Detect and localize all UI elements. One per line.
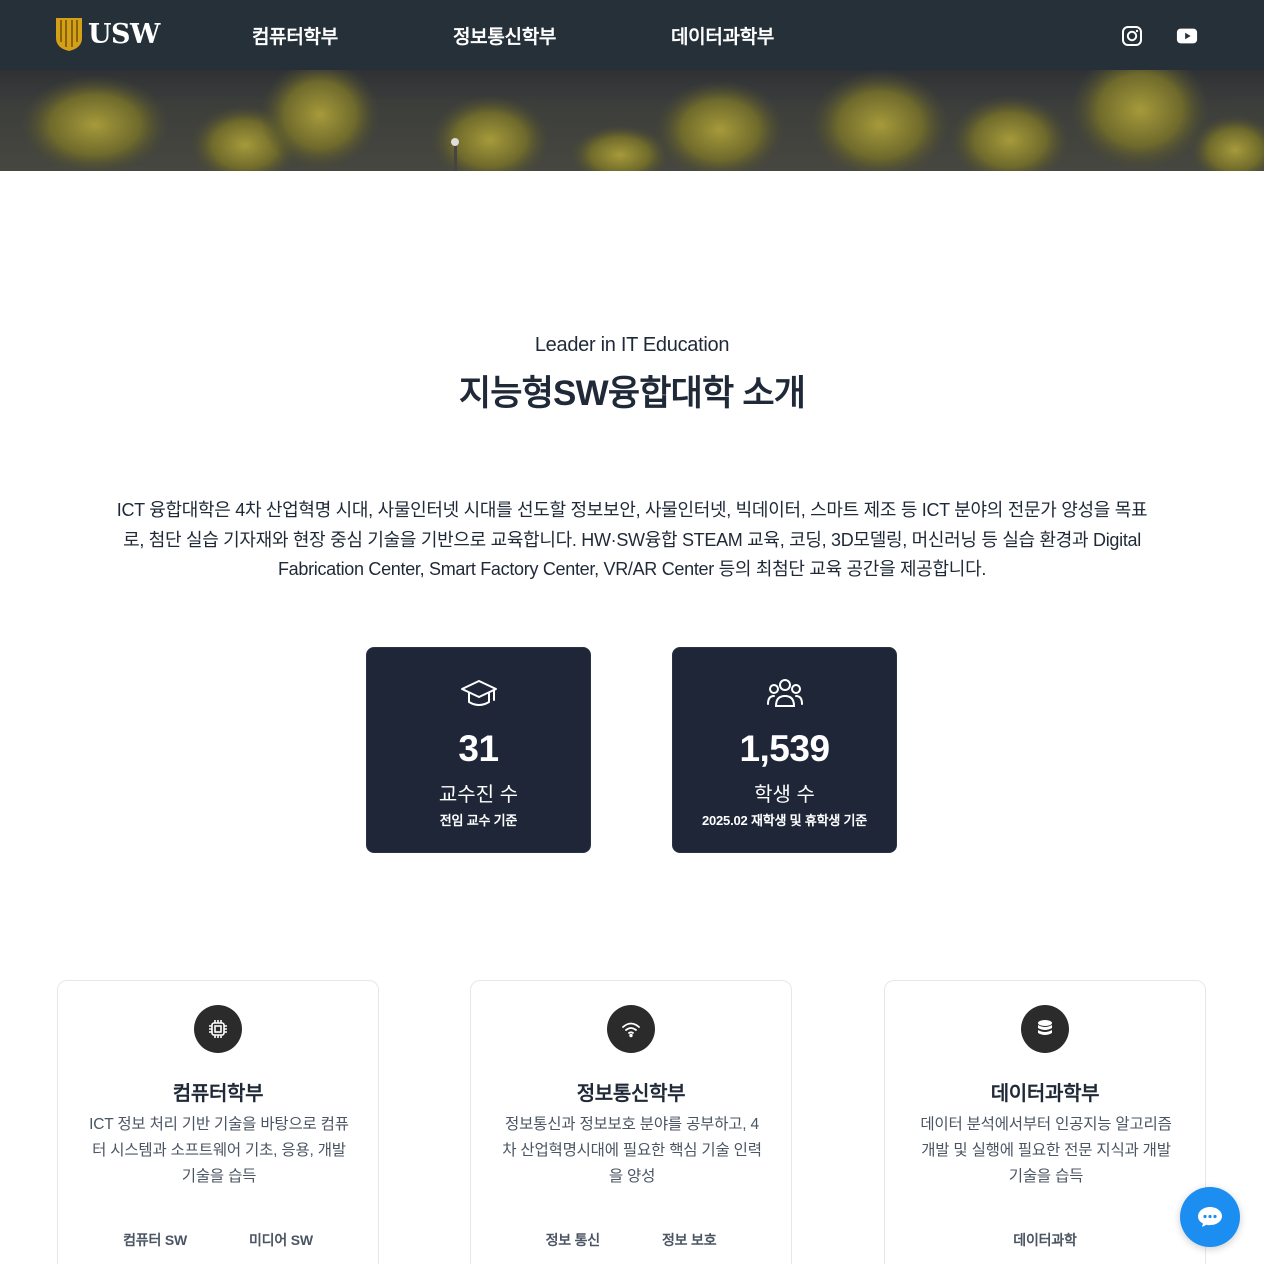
stat-label: 교수진 수 bbox=[438, 784, 519, 806]
section-eyebrow: Leader in IT Education bbox=[534, 334, 730, 356]
usw-logo[interactable]: USW bbox=[54, 16, 160, 52]
department-tags: 컴퓨터 SW 미디어 SW bbox=[58, 1230, 378, 1250]
tag-info-security[interactable]: 정보 보호 bbox=[631, 1230, 747, 1250]
stat-subtext: 2025.02 재학생 및 휴학생 기준 bbox=[701, 813, 868, 828]
tag-data-science[interactable]: 데이터과학 bbox=[982, 1230, 1107, 1250]
graduation-cap-icon bbox=[460, 680, 497, 706]
users-icon bbox=[766, 679, 803, 707]
stat-card-faculty: 31 교수진 수 전임 교수 기준 bbox=[366, 647, 591, 853]
department-tags: 데이터과학 bbox=[885, 1230, 1205, 1250]
department-description: 정보통신과 정보보호 분야를 공부하고, 4차 산업혁명시대에 필요한 핵심 기… bbox=[502, 1116, 762, 1185]
page-title: 지능형SW융합대학 소개 bbox=[458, 374, 806, 413]
hero-banner-image bbox=[0, 70, 1264, 171]
database-icon bbox=[1021, 1005, 1069, 1053]
stat-value: 1,539 bbox=[739, 728, 830, 769]
nav-link-computer[interactable]: 컴퓨터학부 bbox=[252, 22, 338, 49]
cpu-chip-icon bbox=[194, 1005, 242, 1053]
stat-value: 31 bbox=[458, 728, 499, 769]
wifi-icon bbox=[607, 1005, 655, 1053]
hero-trees-image bbox=[0, 70, 1264, 171]
youtube-icon[interactable] bbox=[1176, 25, 1198, 47]
logo-text: USW bbox=[88, 18, 160, 50]
stat-label: 학생 수 bbox=[754, 784, 815, 806]
nav-link-ict[interactable]: 정보통신학부 bbox=[453, 22, 556, 49]
department-tags: 정보 통신 정보 보호 bbox=[471, 1230, 791, 1250]
intro-description: ICT 융합대학은 4차 산업혁명 시대, 사물인터넷 시대를 선도할 정보보안… bbox=[116, 500, 1148, 579]
top-navbar: USW 컴퓨터학부 정보통신학부 데이터과학부 bbox=[0, 0, 1264, 70]
instagram-icon[interactable] bbox=[1121, 25, 1143, 47]
tag-computer-sw[interactable]: 컴퓨터 SW bbox=[92, 1230, 218, 1250]
department-card-ict[interactable]: 정보통신학부 정보통신과 정보보호 분야를 공부하고, 4차 산업혁명시대에 필… bbox=[470, 980, 792, 1264]
shield-logo-icon bbox=[56, 18, 82, 51]
department-title: 정보통신학부 bbox=[576, 1083, 686, 1105]
chat-button[interactable] bbox=[1180, 1187, 1240, 1247]
tag-info-comm[interactable]: 정보 통신 bbox=[515, 1230, 631, 1250]
department-title: 컴퓨터학부 bbox=[172, 1083, 264, 1105]
nav-link-data-science[interactable]: 데이터과학부 bbox=[671, 22, 774, 49]
department-title: 데이터과학부 bbox=[990, 1083, 1100, 1105]
department-card-data-science[interactable]: 데이터과학부 데이터 분석에서부터 인공지능 알고리즘 개발 및 실행에 필요한… bbox=[884, 980, 1206, 1264]
stat-card-students: 1,539 학생 수 2025.02 재학생 및 휴학생 기준 bbox=[672, 647, 897, 853]
tag-media-sw[interactable]: 미디어 SW bbox=[218, 1230, 344, 1250]
department-card-computer[interactable]: 컴퓨터학부 ICT 정보 처리 기반 기술을 바탕으로 컴퓨터 시스템과 소프트… bbox=[57, 980, 379, 1264]
department-description: ICT 정보 처리 기반 기술을 바탕으로 컴퓨터 시스템과 소프트웨어 기초,… bbox=[89, 1116, 349, 1185]
department-description: 데이터 분석에서부터 인공지능 알고리즘 개발 및 실행에 필요한 전문 지식과… bbox=[920, 1116, 1172, 1185]
stat-subtext: 전임 교수 기준 bbox=[439, 813, 518, 828]
chat-bubble-icon bbox=[1198, 1207, 1222, 1227]
